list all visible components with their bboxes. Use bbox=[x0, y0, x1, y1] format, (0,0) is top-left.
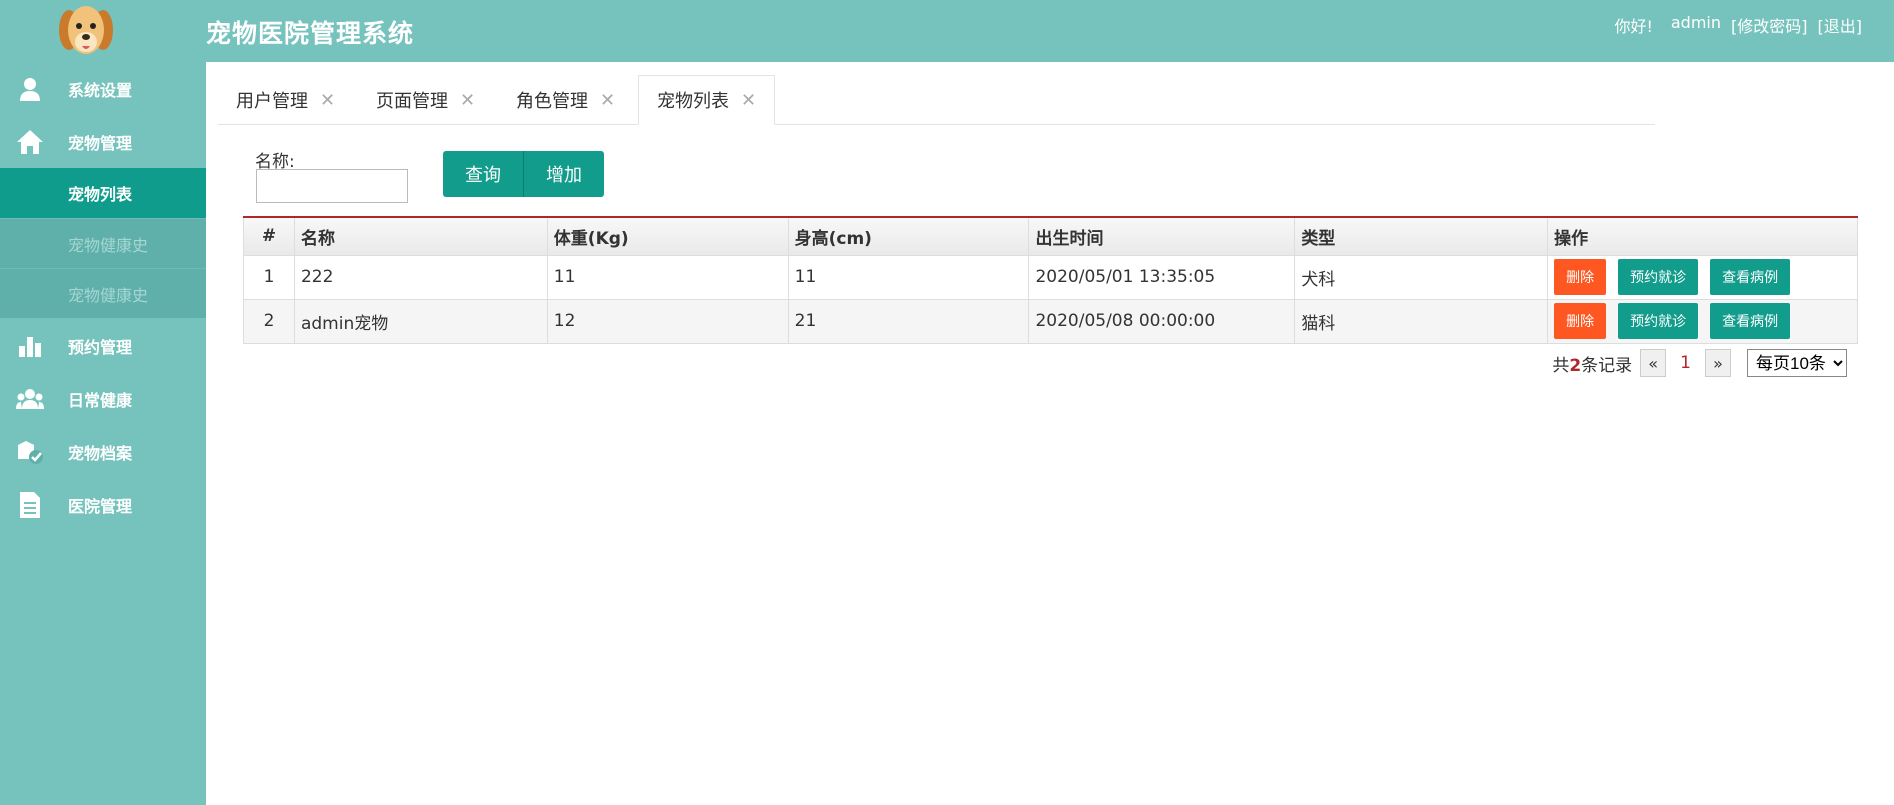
pet-birth-time: 2020/05/08 00:00:00 bbox=[1028, 298, 1296, 344]
pagination: 共2条记录 « 1 » 每页10条 bbox=[1552, 349, 1847, 377]
tab-label: 角色管理 bbox=[516, 91, 588, 112]
sidebar-subitem-pet-health-history-2[interactable]: 宠物健康史 bbox=[0, 268, 206, 318]
logout-link[interactable]: [退出] bbox=[1818, 13, 1863, 37]
sidebar-item-pet-management[interactable]: 宠物管理 bbox=[0, 115, 206, 168]
appointment-button[interactable]: 预约就诊 bbox=[1618, 303, 1699, 339]
record-count-number: 2 bbox=[1569, 355, 1582, 376]
sidebar-item-label: 宠物管理 bbox=[68, 133, 133, 153]
add-button[interactable]: 增加 bbox=[523, 151, 604, 197]
close-icon[interactable]: ✕ bbox=[741, 90, 756, 111]
top-header: 宠物医院管理系统 你好! admin [修改密码] [退出] bbox=[0, 0, 1894, 62]
tab-bar: 用户管理 ✕ 页面管理 ✕ 角色管理 ✕ 宠物列表 ✕ bbox=[218, 75, 1655, 125]
tab-label: 用户管理 bbox=[236, 91, 308, 112]
column-header: 身高(cm) bbox=[787, 216, 1030, 256]
page-size-select[interactable]: 每页10条 bbox=[1747, 349, 1847, 377]
sidebar-item-appointment-management[interactable]: 预约管理 bbox=[0, 319, 206, 372]
document-icon bbox=[16, 491, 44, 519]
pet-height: 21 bbox=[787, 298, 1030, 344]
current-page[interactable]: 1 bbox=[1674, 353, 1697, 373]
sidebar-item-label: 宠物档案 bbox=[68, 443, 133, 463]
tab-page-management[interactable]: 页面管理 ✕ bbox=[376, 75, 475, 125]
home-icon bbox=[16, 128, 44, 156]
view-cases-button[interactable]: 查看病例 bbox=[1710, 259, 1791, 295]
column-header: 操作 bbox=[1547, 216, 1858, 256]
pet-table: # 名称 体重(Kg) 身高(cm) 出生时间 类型 操作 1 222 11 1… bbox=[243, 216, 1858, 344]
pet-type: 猫科 bbox=[1294, 298, 1549, 344]
tab-label: 宠物列表 bbox=[657, 91, 729, 112]
delete-button[interactable]: 删除 bbox=[1554, 259, 1607, 295]
row-actions: 删除 预约就诊 查看病例 bbox=[1547, 298, 1858, 344]
pet-weight: 12 bbox=[546, 298, 789, 344]
table-row: 2 admin宠物 12 21 2020/05/08 00:00:00 猫科 删… bbox=[243, 298, 1858, 344]
prev-page-button[interactable]: « bbox=[1640, 349, 1667, 377]
record-count-prefix: 共 bbox=[1552, 355, 1570, 376]
row-actions: 删除 预约就诊 查看病例 bbox=[1547, 254, 1858, 300]
sidebar-item-system-settings[interactable]: 系统设置 bbox=[0, 62, 206, 115]
tab-user-management[interactable]: 用户管理 ✕ bbox=[236, 75, 335, 125]
close-icon[interactable]: ✕ bbox=[600, 90, 615, 111]
query-button[interactable]: 查询 bbox=[443, 151, 523, 197]
sidebar-item-label: 系统设置 bbox=[68, 80, 133, 100]
archive-check-icon bbox=[16, 438, 44, 466]
sidebar-subitem-pet-list[interactable]: 宠物列表 bbox=[0, 168, 206, 218]
view-cases-button[interactable]: 查看病例 bbox=[1710, 303, 1791, 339]
sidebar-item-label: 医院管理 bbox=[68, 496, 133, 516]
pet-type: 犬科 bbox=[1294, 254, 1549, 300]
pet-birth-time: 2020/05/01 13:35:05 bbox=[1028, 254, 1296, 300]
search-button-group: 查询 增加 bbox=[443, 151, 604, 197]
sidebar-item-label: 预约管理 bbox=[68, 337, 133, 357]
record-count-suffix: 条记录 bbox=[1581, 355, 1633, 376]
tab-pet-list[interactable]: 宠物列表 ✕ bbox=[638, 75, 776, 125]
row-number: 1 bbox=[243, 254, 295, 300]
greeting-text: 你好! bbox=[1614, 17, 1653, 36]
column-header: # bbox=[243, 216, 295, 256]
tab-role-management[interactable]: 角色管理 ✕ bbox=[516, 75, 615, 125]
column-header: 类型 bbox=[1294, 216, 1549, 256]
delete-button[interactable]: 删除 bbox=[1554, 303, 1607, 339]
user-settings-icon bbox=[16, 75, 44, 103]
tab-label: 页面管理 bbox=[376, 91, 448, 112]
pet-name: 222 bbox=[293, 254, 548, 300]
sidebar-item-daily-health[interactable]: 日常健康 bbox=[0, 372, 206, 425]
app-title: 宠物医院管理系统 bbox=[206, 19, 415, 48]
column-header: 体重(Kg) bbox=[546, 216, 789, 256]
pet-height: 11 bbox=[787, 254, 1030, 300]
appointment-button[interactable]: 预约就诊 bbox=[1618, 259, 1699, 295]
column-header: 出生时间 bbox=[1028, 216, 1296, 256]
sidebar-subitem-pet-health-history[interactable]: 宠物健康史 bbox=[0, 218, 206, 268]
pet-weight: 11 bbox=[546, 254, 789, 300]
pet-name: admin宠物 bbox=[293, 298, 548, 344]
bar-chart-icon bbox=[16, 332, 44, 360]
record-count: 共2条记录 bbox=[1552, 351, 1632, 376]
sidebar-item-label: 日常健康 bbox=[68, 390, 133, 410]
username: admin bbox=[1670, 13, 1721, 32]
table-row: 1 222 11 11 2020/05/01 13:35:05 犬科 删除 预约… bbox=[243, 254, 1858, 300]
name-search-input[interactable] bbox=[256, 169, 408, 203]
close-icon[interactable]: ✕ bbox=[460, 90, 475, 111]
group-icon bbox=[16, 385, 44, 413]
sidebar-item-hospital-management[interactable]: 医院管理 bbox=[0, 478, 206, 531]
next-page-button[interactable]: » bbox=[1705, 349, 1731, 377]
close-icon[interactable]: ✕ bbox=[320, 90, 335, 111]
table-header-row: # 名称 体重(Kg) 身高(cm) 出生时间 类型 操作 bbox=[243, 216, 1858, 256]
change-password-link[interactable]: [修改密码] bbox=[1731, 13, 1808, 37]
sidebar-item-pet-archive[interactable]: 宠物档案 bbox=[0, 425, 206, 478]
dog-logo-icon bbox=[52, 0, 120, 62]
row-number: 2 bbox=[243, 298, 295, 344]
column-header: 名称 bbox=[293, 216, 548, 256]
sidebar: 系统设置 宠物管理 宠物列表 宠物健康史 宠物健康史 预约管理 日常健康 宠物档… bbox=[0, 62, 206, 805]
user-bar: 你好! admin [修改密码] [退出] bbox=[1614, 13, 1862, 37]
